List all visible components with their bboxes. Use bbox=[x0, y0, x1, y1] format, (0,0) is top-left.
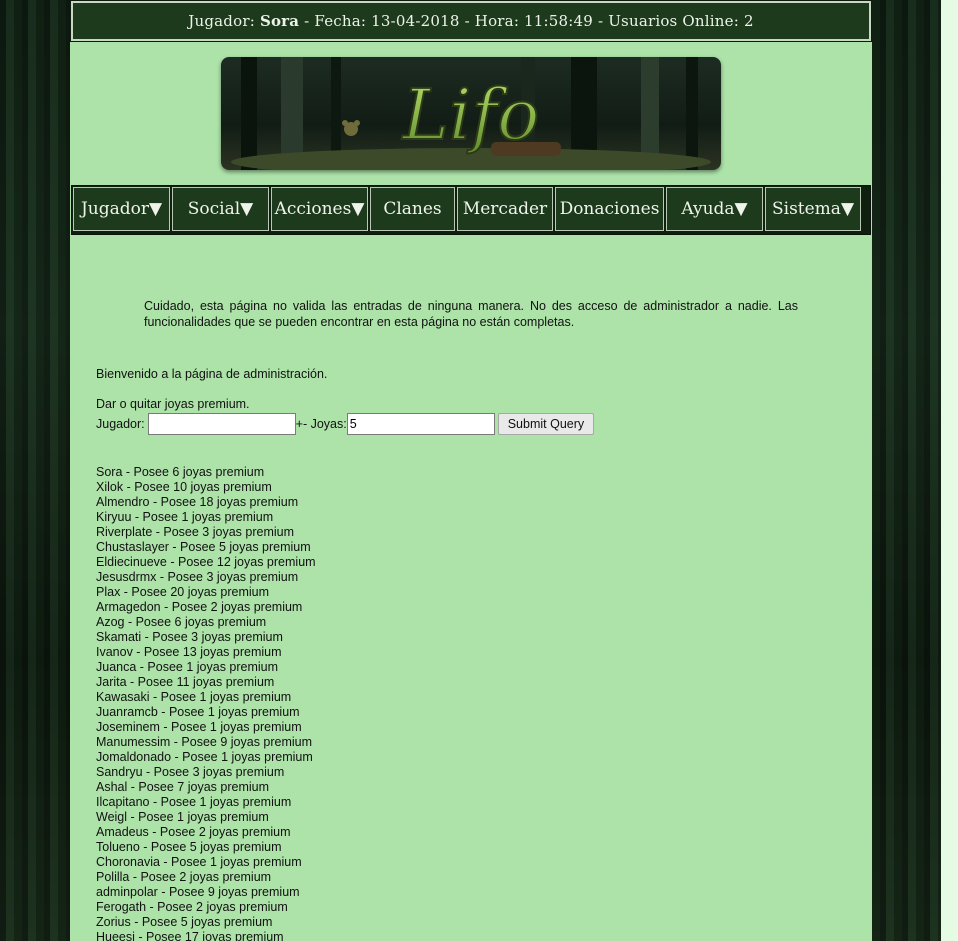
player-entry: Ferogath - Posee 2 joyas premium bbox=[96, 900, 288, 914]
player-entry: Ashal - Posee 7 joyas premium bbox=[96, 780, 269, 794]
player-entry: Kiryuu - Posee 1 joyas premium bbox=[96, 510, 274, 524]
player-entry: Weigl - Posee 1 joyas premium bbox=[96, 810, 269, 824]
time-label: - Hora: bbox=[464, 12, 520, 30]
nav-donaciones[interactable]: Donaciones bbox=[555, 187, 664, 231]
nav-clanes[interactable]: Clanes bbox=[370, 187, 455, 231]
nav-jugador[interactable]: Jugador▼ bbox=[73, 187, 170, 231]
gems-amount-input[interactable] bbox=[346, 413, 495, 435]
player-entry: Almendro - Posee 18 joyas premium bbox=[96, 495, 299, 509]
player-entry: adminpolar - Posee 9 joyas premium bbox=[96, 885, 300, 899]
date-value: 13-04-2018 bbox=[371, 12, 460, 30]
banner-logo-text: Lifo bbox=[401, 74, 540, 156]
submit-query-button[interactable]: Submit Query bbox=[497, 413, 595, 435]
player-entry: Plax - Posee 20 joyas premium bbox=[96, 585, 269, 599]
player-entry: Riverplate - Posee 3 joyas premium bbox=[96, 525, 294, 539]
player-label: Jugador: bbox=[188, 12, 255, 30]
online-label: - Usuarios Online: bbox=[597, 12, 739, 30]
player-name: Sora bbox=[259, 12, 300, 30]
player-entry: Xilok - Posee 10 joyas premium bbox=[96, 480, 272, 494]
admin-warning: Cuidado, esta página no valida las entra… bbox=[144, 299, 798, 329]
player-entry: Juanca - Posee 1 joyas premium bbox=[96, 660, 279, 674]
time-value: 11:58:49 bbox=[524, 12, 594, 30]
site-banner[interactable]: Lifo bbox=[221, 57, 721, 170]
player-entry: Jarita - Posee 11 joyas premium bbox=[96, 675, 275, 689]
player-entry: Choronavia - Posee 1 joyas premium bbox=[96, 855, 302, 869]
status-bar: Jugador: Sora - Fecha: 13-04-2018 - Hora… bbox=[70, 0, 872, 42]
premium-form-title: Dar o quitar joyas premium. bbox=[96, 397, 250, 411]
player-entry: Joseminem - Posee 1 joyas premium bbox=[96, 720, 302, 734]
player-input[interactable] bbox=[147, 413, 296, 435]
player-entry: Skamati - Posee 3 joyas premium bbox=[96, 630, 283, 644]
player-entry: Polilla - Posee 2 joyas premium bbox=[96, 870, 272, 884]
player-entry: Zorius - Posee 5 joyas premium bbox=[96, 915, 273, 929]
player-entry: Hueesi - Posee 17 joyas premium bbox=[96, 930, 284, 941]
player-entry: Sora - Posee 6 joyas premium bbox=[96, 465, 265, 479]
player-entry: Ivanov - Posee 13 joyas premium bbox=[96, 645, 282, 659]
player-entry: Azog - Posee 6 joyas premium bbox=[96, 615, 267, 629]
banner-image: Lifo bbox=[221, 57, 721, 170]
premium-players-list: Sora - Posee 6 joyas premium Xilok - Pos… bbox=[96, 465, 316, 941]
player-entry: Manumessim - Posee 9 joyas premium bbox=[96, 735, 313, 749]
nav-acciones[interactable]: Acciones▼ bbox=[271, 187, 368, 231]
online-value: 2 bbox=[743, 12, 754, 30]
gems-field-label: +- Joyas: bbox=[295, 417, 347, 431]
player-entry: Kawasaki - Posee 1 joyas premium bbox=[96, 690, 292, 704]
player-entry: Eldiecinueve - Posee 12 joyas premium bbox=[96, 555, 316, 569]
player-entry: Ilcapitano - Posee 1 joyas premium bbox=[96, 795, 292, 809]
player-field-label: Jugador: bbox=[96, 417, 145, 431]
nav-sistema[interactable]: Sistema▼ bbox=[765, 187, 861, 231]
nav-mercader[interactable]: Mercader bbox=[457, 187, 553, 231]
player-entry: Jomaldonado - Posee 1 joyas premium bbox=[96, 750, 313, 764]
premium-gems-form: Jugador: +- Joyas: Submit Query bbox=[96, 412, 595, 436]
player-entry: Tolueno - Posee 5 joyas premium bbox=[96, 840, 282, 854]
player-entry: Jesusdrmx - Posee 3 joyas premium bbox=[96, 570, 299, 584]
player-entry: Armagedon - Posee 2 joyas premium bbox=[96, 600, 303, 614]
nav-ayuda[interactable]: Ayuda▼ bbox=[666, 187, 763, 231]
main-page: Jugador: Sora - Fecha: 13-04-2018 - Hora… bbox=[70, 0, 872, 941]
main-navigation: Jugador▼ Social▼ Acciones▼ Clanes Mercad… bbox=[71, 185, 871, 235]
date-label: - Fecha: bbox=[304, 12, 367, 30]
player-entry: Sandryu - Posee 3 joyas premium bbox=[96, 765, 285, 779]
page-edge-strip bbox=[941, 0, 958, 941]
welcome-message: Bienvenido a la página de administración… bbox=[96, 367, 328, 381]
nav-social[interactable]: Social▼ bbox=[172, 187, 269, 231]
player-entry: Amadeus - Posee 2 joyas premium bbox=[96, 825, 291, 839]
player-entry: Juanramcb - Posee 1 joyas premium bbox=[96, 705, 300, 719]
player-entry: Chustaslayer - Posee 5 joyas premium bbox=[96, 540, 311, 554]
